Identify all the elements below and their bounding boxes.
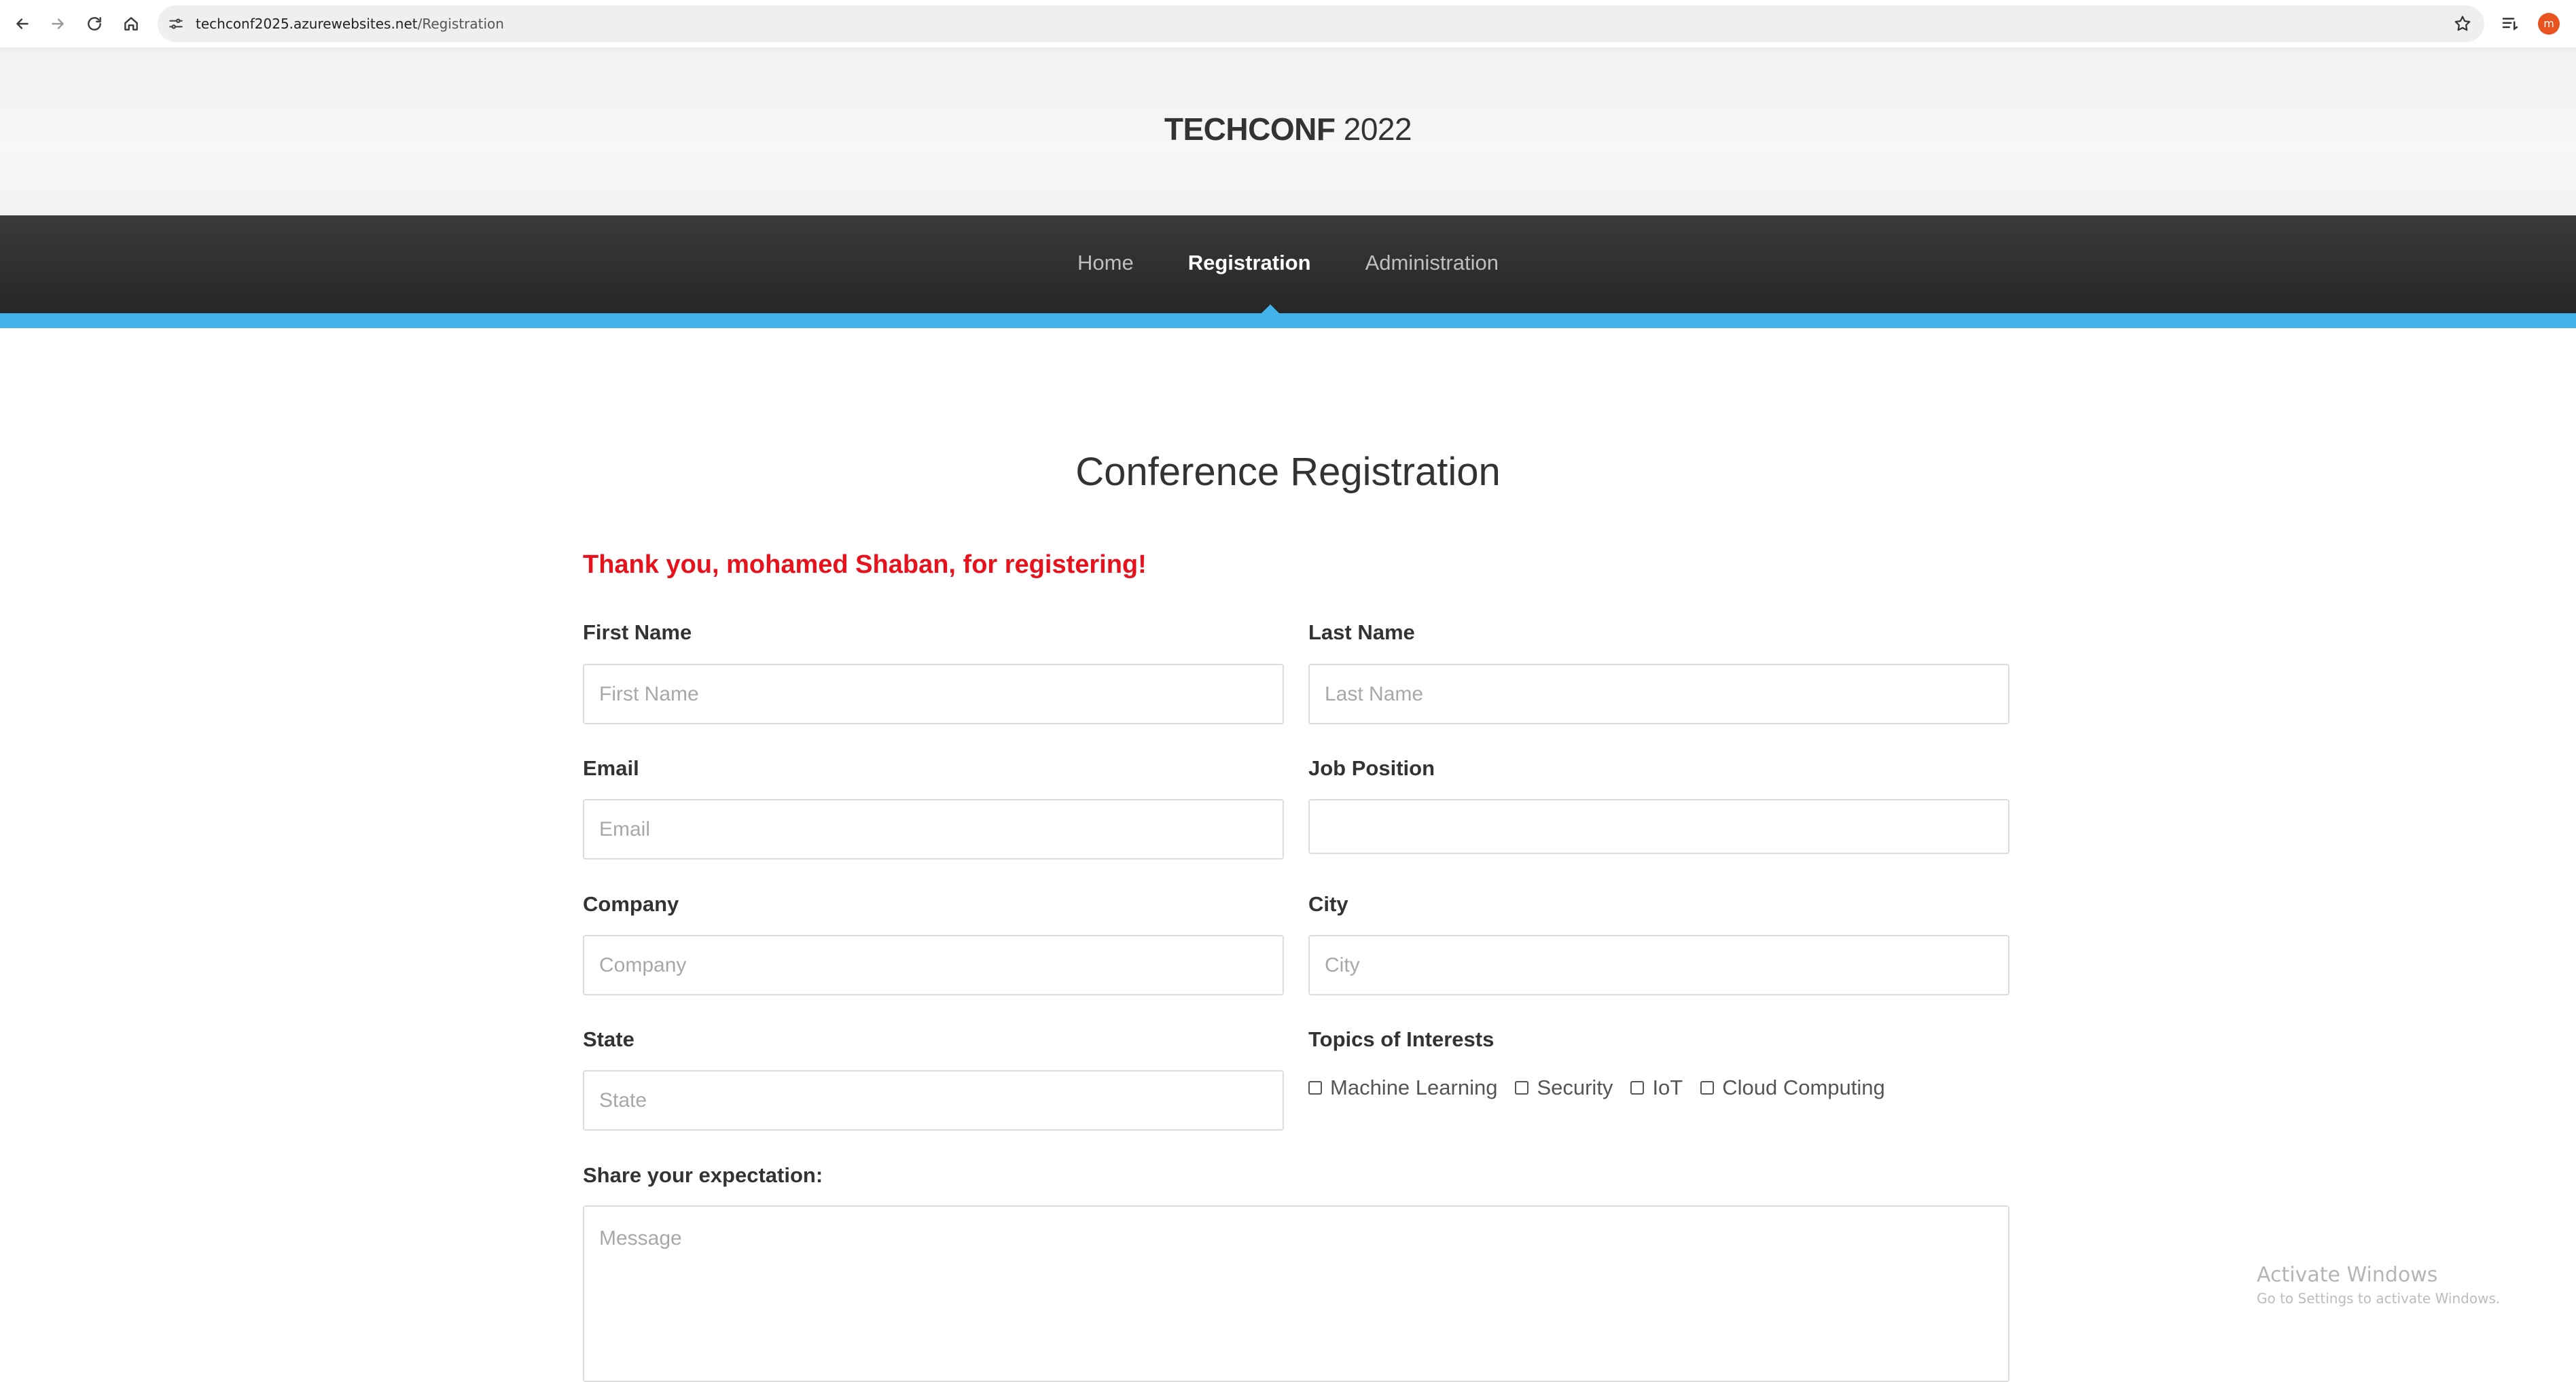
topics-checkbox-group: Machine Learning Security IoT Cloud Computi… (1308, 1074, 1903, 1102)
city-input[interactable] (1308, 935, 2009, 995)
page-title: Conference Registration (1075, 450, 1501, 494)
first-name-input[interactable] (583, 664, 1284, 724)
checkbox[interactable] (1515, 1081, 1529, 1095)
last-name-input[interactable] (1308, 664, 2009, 724)
topic-security[interactable]: Security (1515, 1074, 1613, 1102)
first-name-label: First Name (583, 620, 692, 644)
url-host: techconf2025.azurewebsites.net (196, 16, 418, 32)
active-nav-indicator (1261, 304, 1280, 314)
checkbox[interactable] (1700, 1081, 1715, 1095)
back-icon[interactable] (10, 11, 35, 37)
nav-item-administration[interactable]: Administration (1365, 249, 1499, 277)
address-bar[interactable]: techconf2025.azurewebsites.net/Registrat… (158, 5, 2484, 42)
accent-bar (0, 313, 2576, 328)
state-label: State (583, 1027, 634, 1051)
activate-windows-subtitle: Go to Settings to activate Windows. (2257, 1290, 2501, 1307)
expectation-textarea[interactable] (583, 1205, 2009, 1382)
city-label: City (1308, 892, 1348, 916)
registration-success-message: Thank you, mohamed Shaban, for registeri… (583, 550, 1147, 579)
site-header: TECHCONF 2022 (0, 48, 2576, 215)
email-label: Email (583, 756, 639, 780)
topic-label: Cloud Computing (1722, 1076, 1885, 1099)
last-name-label: Last Name (1308, 620, 1415, 644)
reload-icon[interactable] (82, 11, 107, 37)
star-icon[interactable] (2453, 14, 2472, 33)
job-position-label: Job Position (1308, 756, 1435, 780)
site-brand[interactable]: TECHCONF 2022 (0, 110, 2576, 148)
activate-windows-title: Activate Windows (2257, 1263, 2438, 1287)
url-text[interactable]: techconf2025.azurewebsites.net/Registrat… (196, 15, 504, 33)
topic-machine-learning[interactable]: Machine Learning (1308, 1074, 1497, 1102)
url-path: /Registration (417, 16, 504, 32)
company-input[interactable] (583, 935, 1284, 995)
profile-avatar[interactable]: m (2538, 13, 2560, 35)
nav-menu: Home Registration Administration (0, 249, 2576, 277)
checkbox[interactable] (1308, 1081, 1322, 1095)
topic-label: Machine Learning (1330, 1076, 1498, 1099)
topic-label: IoT (1652, 1076, 1683, 1099)
site-settings-icon[interactable] (167, 15, 185, 33)
topic-label: Security (1537, 1076, 1613, 1099)
brand-year: 2022 (1335, 111, 1412, 147)
company-label: Company (583, 892, 679, 916)
brand-name: TECHCONF (1164, 111, 1336, 147)
checkbox[interactable] (1630, 1081, 1645, 1095)
topics-label: Topics of Interests (1308, 1027, 1495, 1051)
job-position-input[interactable] (1308, 799, 2009, 854)
nav-item-home[interactable]: Home (1077, 249, 1134, 277)
nav-item-registration[interactable]: Registration (1188, 249, 1311, 277)
state-input[interactable] (583, 1070, 1284, 1131)
email-input[interactable] (583, 799, 1284, 860)
topic-cloud-computing[interactable]: Cloud Computing (1700, 1074, 1885, 1102)
browser-toolbar: techconf2025.azurewebsites.net/Registrat… (0, 0, 2576, 48)
expectation-label: Share your expectation: (583, 1163, 823, 1187)
topic-iot[interactable]: IoT (1630, 1074, 1683, 1102)
home-icon[interactable] (118, 11, 144, 37)
forward-icon[interactable] (45, 11, 71, 37)
tab-search-icon[interactable] (2500, 14, 2520, 34)
main-navigation: Home Registration Administration (0, 215, 2576, 313)
